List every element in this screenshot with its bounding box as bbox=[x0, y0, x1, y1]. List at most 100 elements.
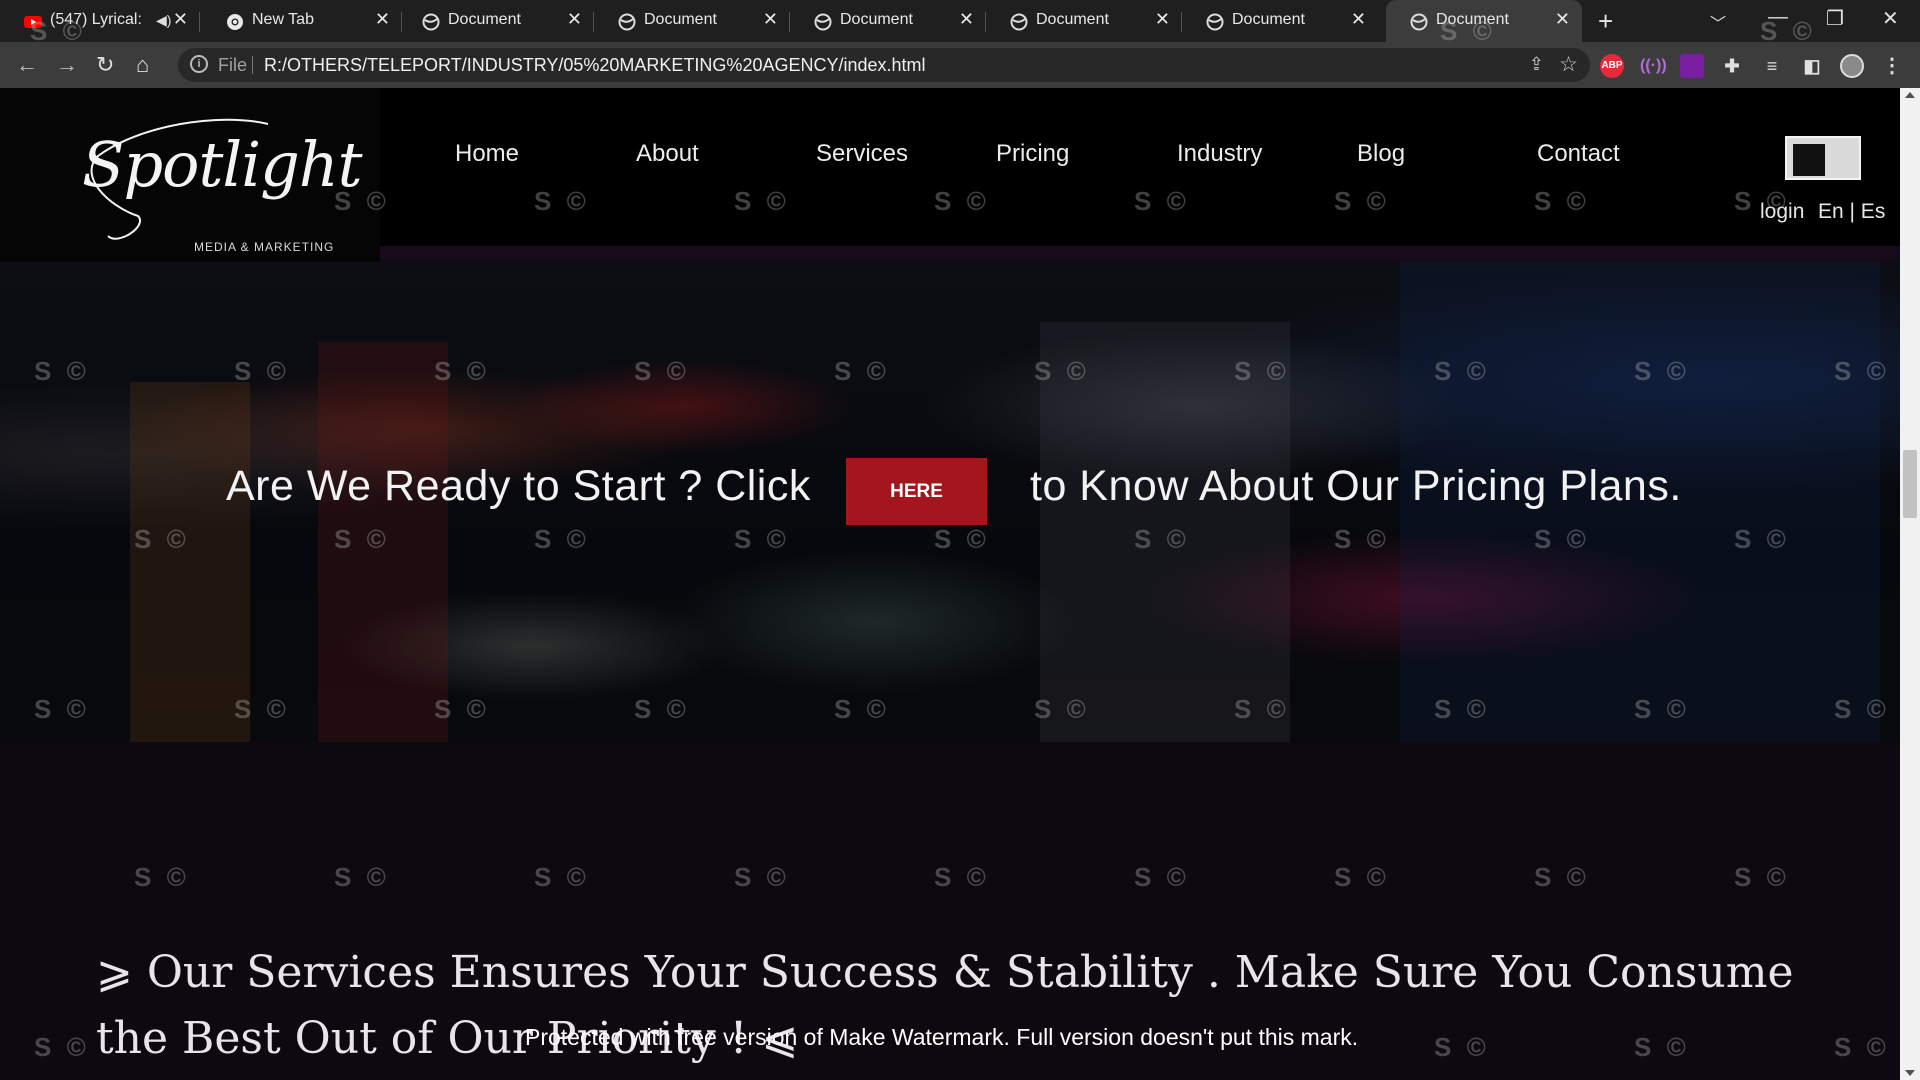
restore-icon[interactable]: ❐ bbox=[1826, 6, 1844, 31]
hero-text-before: Are We Ready to Start ? Click bbox=[226, 462, 811, 510]
speaker-icon[interactable]: ◀) bbox=[156, 12, 171, 29]
watermark-mark: S © bbox=[534, 186, 590, 216]
nav-pricing[interactable]: Pricing bbox=[996, 140, 1069, 168]
watermark-mark: S © bbox=[1434, 694, 1490, 724]
forward-icon[interactable]: → bbox=[56, 52, 78, 78]
theme-toggle-knob bbox=[1793, 144, 1825, 176]
close-icon[interactable]: ✕ bbox=[763, 9, 778, 30]
info-icon[interactable]: i bbox=[190, 55, 208, 73]
nav-about[interactable]: About bbox=[636, 140, 699, 168]
logo-wordmark: Spotlight bbox=[82, 128, 363, 201]
back-icon[interactable]: ← bbox=[16, 52, 38, 78]
address-url[interactable]: R:/OTHERS/TELEPORT/INDUSTRY/05%20MARKETI… bbox=[264, 55, 926, 76]
pricing-here-button[interactable]: HERE bbox=[846, 458, 987, 525]
watermark-mark: S © bbox=[1834, 694, 1890, 724]
menu-kebab-icon[interactable]: ⋮ bbox=[1880, 54, 1904, 78]
home-icon[interactable]: ⌂ bbox=[136, 52, 149, 78]
watermark-mark: S © bbox=[534, 524, 590, 554]
nav-contact[interactable]: Contact bbox=[1537, 140, 1620, 168]
watermark-mark: S © bbox=[1634, 694, 1690, 724]
watermark-mark: S © bbox=[234, 356, 290, 386]
nav-services[interactable]: Services bbox=[816, 140, 908, 168]
watermark-mark: S © bbox=[1134, 524, 1190, 554]
tab-title: Document bbox=[1232, 11, 1305, 28]
close-icon[interactable]: ✕ bbox=[567, 9, 582, 30]
watermark-mark: S © bbox=[334, 186, 390, 216]
language-switch[interactable]: En | Es bbox=[1818, 200, 1885, 224]
puzzle-extensions-icon[interactable]: ✚ bbox=[1720, 54, 1744, 78]
watermark-mark: S © bbox=[834, 694, 890, 724]
close-icon[interactable]: ✕ bbox=[375, 9, 390, 30]
watermark-mark: S © bbox=[1734, 186, 1790, 216]
watermark-mark: S © bbox=[1134, 862, 1190, 892]
watermark-mark: S © bbox=[1534, 186, 1590, 216]
watermark-mark: S © bbox=[1334, 186, 1390, 216]
reload-icon[interactable]: ↻ bbox=[96, 52, 114, 78]
page-scrollbar[interactable] bbox=[1900, 88, 1920, 1080]
close-icon[interactable]: ✕ bbox=[1351, 9, 1366, 30]
scroll-thumb[interactable] bbox=[1903, 450, 1917, 518]
theme-toggle[interactable] bbox=[1785, 136, 1861, 180]
tab-document[interactable]: Document ✕ bbox=[790, 0, 986, 42]
media-queue-icon[interactable]: ≡ bbox=[1760, 54, 1784, 78]
watermark-mark: S © bbox=[1734, 524, 1790, 554]
watermark-mark: S © bbox=[934, 186, 990, 216]
address-bar[interactable]: i File R:/OTHERS/TELEPORT/INDUSTRY/05%20… bbox=[178, 48, 1590, 82]
close-icon[interactable]: ✕ bbox=[959, 9, 974, 30]
tab-document[interactable]: Document ✕ bbox=[594, 0, 790, 42]
watermark-mark: S © bbox=[1440, 16, 1496, 46]
watermark-mark: S © bbox=[1134, 186, 1190, 216]
tab-document[interactable]: Document ✕ bbox=[398, 0, 594, 42]
globe-icon bbox=[814, 13, 832, 31]
new-tab-button[interactable]: + bbox=[1598, 6, 1613, 37]
nav-blog[interactable]: Blog bbox=[1357, 140, 1405, 168]
close-icon[interactable]: ✕ bbox=[173, 9, 188, 30]
page-viewport: Spotlight MEDIA & MARKETING Home About S… bbox=[0, 88, 1900, 1080]
watermark-mark: S © bbox=[1434, 356, 1490, 386]
watermark-mark: S © bbox=[1534, 524, 1590, 554]
profile-avatar[interactable] bbox=[1840, 54, 1864, 78]
watermark-mark: S © bbox=[1634, 1032, 1690, 1062]
tab-new-tab[interactable]: New Tab ✕ bbox=[202, 0, 402, 42]
bookmark-star-icon[interactable]: ☆ bbox=[1559, 52, 1578, 77]
close-icon[interactable]: ✕ bbox=[1555, 9, 1570, 30]
watermark-mark: S © bbox=[934, 524, 990, 554]
watermark-mark: S © bbox=[134, 862, 190, 892]
watermark-mark: S © bbox=[334, 862, 390, 892]
watermark-mark: S © bbox=[534, 862, 590, 892]
watermark-banner: Protected with free version of Make Wate… bbox=[525, 1024, 1359, 1050]
scroll-down-arrow-icon[interactable] bbox=[1905, 1070, 1915, 1076]
tab-document[interactable]: Document ✕ bbox=[986, 0, 1182, 42]
broadcast-extension-icon[interactable]: ((·)) bbox=[1640, 54, 1667, 78]
watermark-mark: S © bbox=[634, 356, 690, 386]
purple-extension-icon[interactable] bbox=[1680, 54, 1704, 78]
nav-industry[interactable]: Industry bbox=[1177, 140, 1262, 168]
window-close-icon[interactable]: ✕ bbox=[1882, 6, 1899, 31]
watermark-mark: S © bbox=[1334, 862, 1390, 892]
close-icon[interactable]: ✕ bbox=[1155, 9, 1170, 30]
tab-title: Document bbox=[644, 11, 717, 28]
header-divider bbox=[380, 246, 1900, 262]
watermark-mark: S © bbox=[1634, 356, 1690, 386]
globe-icon bbox=[1410, 13, 1428, 31]
globe-icon bbox=[1206, 13, 1224, 31]
tab-title: Document bbox=[1036, 11, 1109, 28]
tab-search-icon[interactable]: ﹀ bbox=[1710, 10, 1726, 34]
watermark-mark: S © bbox=[734, 862, 790, 892]
watermark-mark: S © bbox=[634, 694, 690, 724]
nav-home[interactable]: Home bbox=[455, 140, 519, 168]
side-panel-icon[interactable]: ◧ bbox=[1800, 54, 1824, 78]
logo-tagline: MEDIA & MARKETING bbox=[194, 240, 335, 254]
tab-document[interactable]: Document ✕ bbox=[1182, 0, 1378, 42]
watermark-mark: S © bbox=[34, 356, 90, 386]
services-heading: ⩾ Our Services Ensures Your Success & St… bbox=[96, 947, 1794, 1064]
share-icon[interactable]: ⇪ bbox=[1529, 54, 1544, 75]
tab-title: Document bbox=[448, 11, 521, 28]
watermark-mark: S © bbox=[934, 862, 990, 892]
scroll-up-arrow-icon[interactable] bbox=[1905, 92, 1915, 98]
watermark-mark: S © bbox=[1034, 694, 1090, 724]
tab-separator bbox=[199, 12, 200, 32]
adblock-icon[interactable]: ABP bbox=[1600, 54, 1624, 78]
watermark-mark: S © bbox=[834, 356, 890, 386]
logo[interactable]: Spotlight MEDIA & MARKETING bbox=[0, 88, 380, 276]
